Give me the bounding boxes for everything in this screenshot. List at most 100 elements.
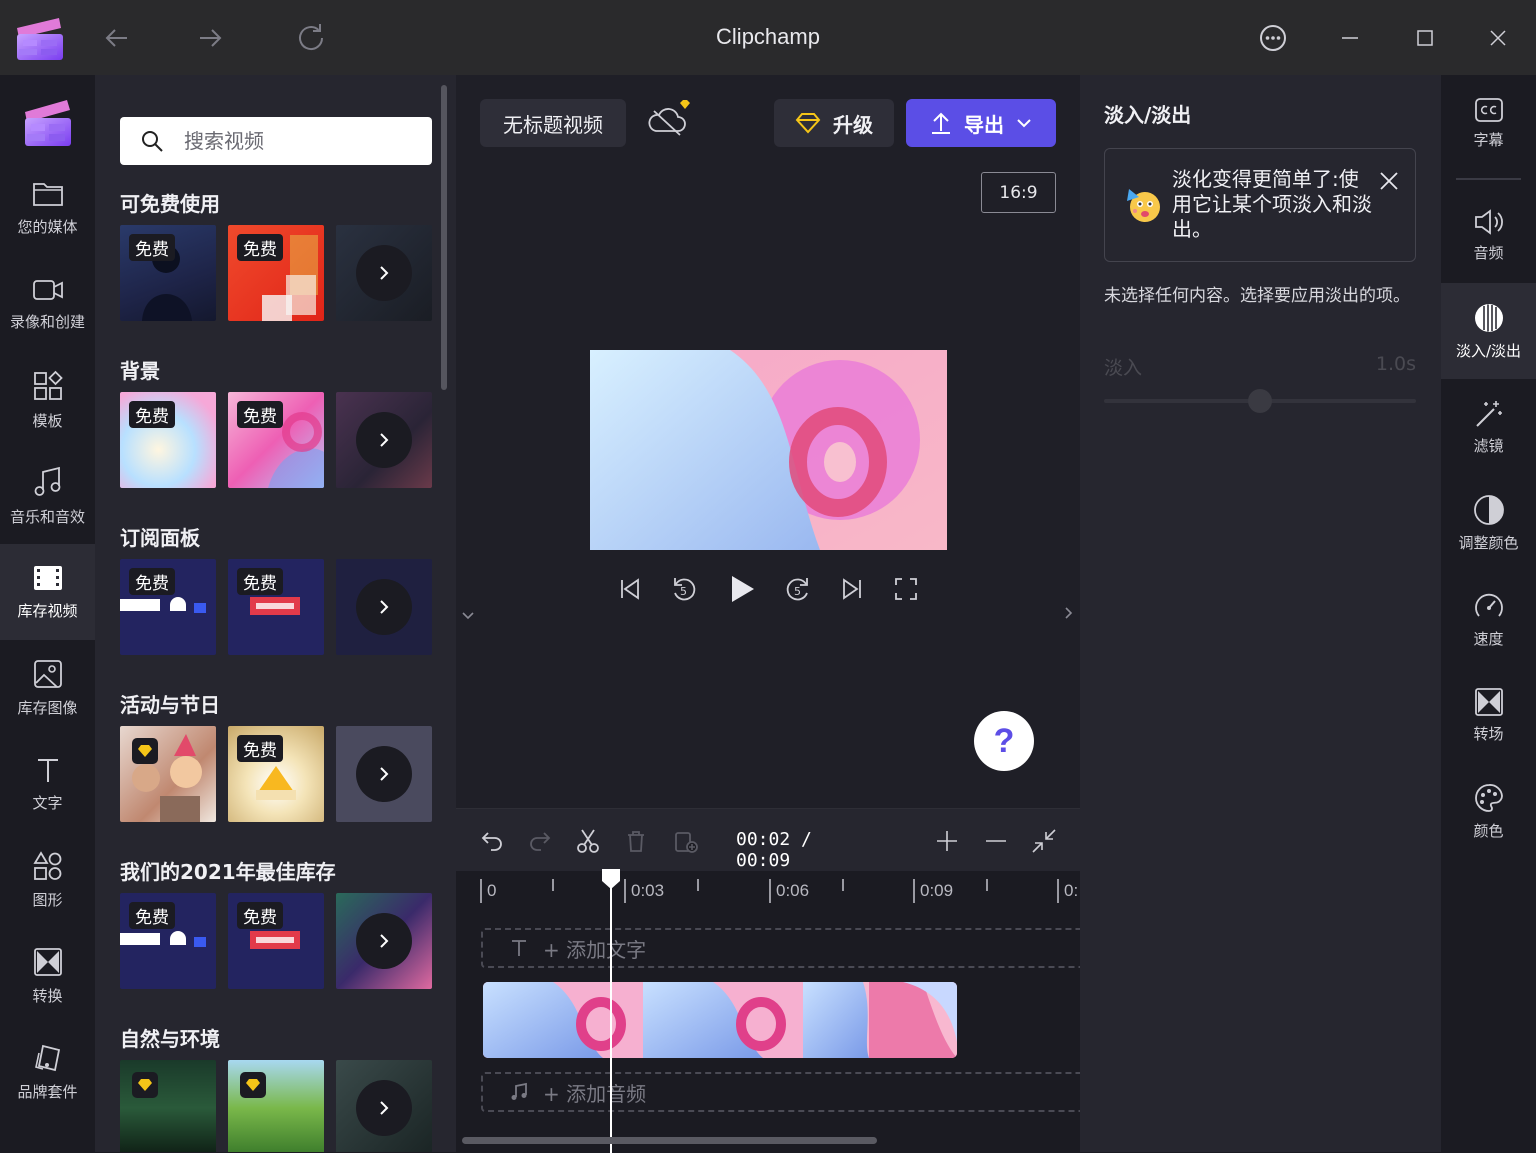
upload-icon xyxy=(932,112,950,134)
fullscreen-button[interactable] xyxy=(886,569,926,609)
video-thumbnail[interactable]: 免费 xyxy=(228,559,324,655)
video-thumbnail[interactable]: 免费 xyxy=(120,559,216,655)
forward-button[interactable] xyxy=(190,18,230,58)
minimize-button[interactable] xyxy=(1330,18,1370,58)
nav-transitions[interactable]: 转换 xyxy=(0,928,95,1024)
zoom-in-button[interactable] xyxy=(927,821,967,861)
rail-filters[interactable]: 滤镜 xyxy=(1441,379,1536,475)
diamond-icon xyxy=(795,113,821,134)
search-box[interactable] xyxy=(120,117,432,165)
undo-button[interactable] xyxy=(472,821,512,861)
rail-speed[interactable]: 速度 xyxy=(1441,571,1536,667)
speaker-icon xyxy=(1474,208,1503,235)
rail-fade[interactable]: 淡入/淡出 xyxy=(1441,283,1536,379)
more-button[interactable] xyxy=(356,913,412,969)
rail-label: 速度 xyxy=(1473,629,1504,648)
project-title-button[interactable]: 无标题视频 xyxy=(480,99,626,147)
forward-5s-button[interactable]: 5 xyxy=(778,569,818,609)
video-thumbnail-more[interactable] xyxy=(336,893,432,989)
play-icon xyxy=(732,576,754,602)
back-button[interactable] xyxy=(97,18,137,58)
fade-in-slider-thumb[interactable] xyxy=(1248,389,1272,413)
nav-music-sfx[interactable]: 音乐和音效 xyxy=(0,448,95,544)
video-thumbnail[interactable]: 免费 xyxy=(228,392,324,488)
play-button[interactable] xyxy=(722,569,762,609)
palette-icon xyxy=(1474,783,1503,812)
timeline-scrollbar[interactable] xyxy=(462,1137,877,1144)
video-thumbnail-more[interactable] xyxy=(336,1060,432,1152)
arrow-right-icon xyxy=(200,29,222,47)
video-thumbnail-more[interactable] xyxy=(336,559,432,655)
video-thumbnail[interactable]: 免费 xyxy=(228,726,324,822)
rail-color[interactable]: 颜色 xyxy=(1441,763,1536,859)
video-clip[interactable] xyxy=(483,982,957,1058)
rail-transitions[interactable]: 转场 xyxy=(1441,667,1536,763)
fit-timeline-button[interactable] xyxy=(1024,821,1064,861)
video-thumbnail[interactable]: 免费 xyxy=(228,225,324,321)
delete-button[interactable] xyxy=(616,821,656,861)
more-button[interactable] xyxy=(356,1080,412,1136)
close-window-button[interactable] xyxy=(1478,18,1518,58)
collapse-arrows-icon xyxy=(1032,829,1056,853)
more-options-button[interactable] xyxy=(1253,18,1293,58)
expand-panel-button[interactable] xyxy=(1060,605,1076,621)
skip-to-start-button[interactable] xyxy=(610,569,650,609)
video-thumbnail-more[interactable] xyxy=(336,225,432,321)
collapse-library-button[interactable] xyxy=(460,607,476,623)
rail-captions[interactable]: 字幕 xyxy=(1441,75,1536,171)
skip-to-end-button[interactable] xyxy=(832,569,872,609)
video-thumbnail-more[interactable] xyxy=(336,392,432,488)
export-button[interactable]: 导出 xyxy=(906,99,1056,147)
timeline-toolbar: 00:02 / 00:09 xyxy=(456,809,1080,871)
video-thumbnail[interactable]: 免费 xyxy=(120,893,216,989)
more-button[interactable] xyxy=(356,245,412,301)
video-preview-canvas[interactable] xyxy=(590,350,947,550)
dismiss-tip-button[interactable] xyxy=(1375,167,1403,195)
nav-shapes[interactable]: 图形 xyxy=(0,832,95,928)
add-audio-track[interactable]: + 添加音频 xyxy=(481,1072,1081,1112)
time-ruler[interactable]: 0 0:03 0:06 0:09 0: xyxy=(456,871,1080,911)
rail-audio[interactable]: 音频 xyxy=(1441,187,1536,283)
library-scrollbar[interactable] xyxy=(441,85,447,390)
free-badge: 免费 xyxy=(237,735,283,762)
nav-your-media[interactable]: 您的媒体 xyxy=(0,160,95,256)
duplicate-button[interactable] xyxy=(666,821,706,861)
redo-button[interactable] xyxy=(520,821,560,861)
minimize-icon xyxy=(1342,37,1358,39)
video-thumbnail[interactable]: 免费 xyxy=(120,225,216,321)
upgrade-button[interactable]: 升级 xyxy=(774,99,894,147)
video-thumbnail[interactable]: 免费 xyxy=(228,893,324,989)
tip-card: 淡化变得更简单了:使用它让某个项淡入和淡出。 xyxy=(1104,148,1416,262)
search-input[interactable] xyxy=(184,129,404,153)
rewind-5s-button[interactable]: 5 xyxy=(664,569,704,609)
refresh-button[interactable] xyxy=(291,18,331,58)
nav-stock-images[interactable]: 库存图像 xyxy=(0,640,95,736)
nav-record-create[interactable]: 录像和创建 xyxy=(0,256,95,352)
video-thumbnail[interactable]: 免费 xyxy=(120,392,216,488)
nav-templates[interactable]: 模板 xyxy=(0,352,95,448)
video-thumbnail[interactable] xyxy=(120,1060,216,1152)
cloud-sync-status[interactable] xyxy=(646,97,690,141)
more-button[interactable] xyxy=(356,746,412,802)
undo-icon xyxy=(481,832,502,851)
rail-label: 颜色 xyxy=(1473,821,1504,840)
nav-stock-video[interactable]: 库存视频 xyxy=(0,544,95,640)
playhead[interactable] xyxy=(610,871,612,1153)
text-icon xyxy=(37,758,58,782)
more-button[interactable] xyxy=(356,579,412,635)
help-button[interactable]: ? xyxy=(974,711,1034,771)
chevron-right-icon xyxy=(380,934,389,948)
more-button[interactable] xyxy=(356,412,412,468)
nav-text[interactable]: 文字 xyxy=(0,736,95,832)
nav-brand-kit[interactable]: 品牌套件 xyxy=(0,1024,95,1120)
maximize-button[interactable] xyxy=(1405,18,1445,58)
split-button[interactable] xyxy=(568,821,608,861)
video-thumbnail[interactable] xyxy=(228,1060,324,1152)
video-thumbnail[interactable] xyxy=(120,726,216,822)
add-text-track[interactable]: + 添加文字 xyxy=(481,928,1081,968)
rail-adjust-colors[interactable]: 调整颜色 xyxy=(1441,475,1536,571)
title-bar: Clipchamp xyxy=(0,0,1536,75)
aspect-ratio-button[interactable]: 16:9 xyxy=(981,172,1056,213)
video-thumbnail-more[interactable] xyxy=(336,726,432,822)
zoom-out-button[interactable] xyxy=(976,821,1016,861)
